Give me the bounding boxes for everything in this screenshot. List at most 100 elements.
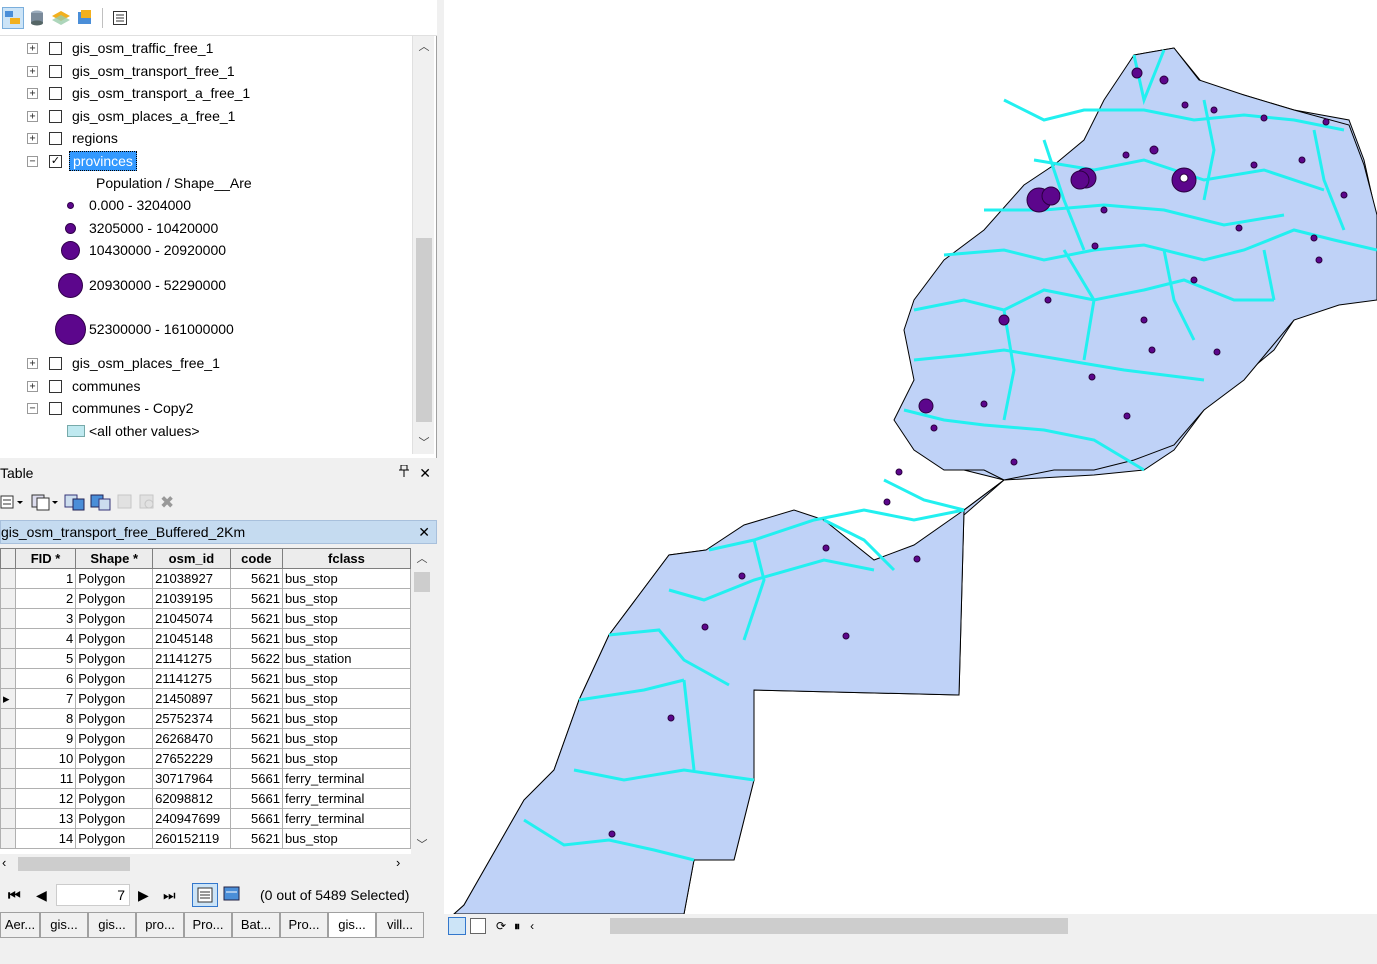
table-cell[interactable]: 26268470 — [152, 728, 231, 749]
table-options-icon[interactable] — [0, 494, 26, 513]
row-selector[interactable] — [0, 828, 16, 849]
layer-visibility-checkbox[interactable] — [49, 401, 62, 415]
table-cell[interactable]: 5661 — [229, 768, 283, 789]
scroll-up-icon[interactable]: ︿ — [411, 550, 433, 568]
delete-selected-icon[interactable]: ✖ — [160, 493, 174, 513]
table-cell[interactable]: 8 — [14, 708, 77, 729]
table-row[interactable]: 3 Polygon 21045074 5621 bus_stop — [0, 608, 411, 629]
related-tables-icon[interactable] — [30, 493, 60, 514]
map-display[interactable] — [444, 0, 1377, 914]
table-cell[interactable]: Polygon — [75, 768, 154, 789]
table-cell[interactable]: bus_stop — [281, 688, 411, 709]
expand-icon[interactable]: + — [27, 87, 38, 99]
first-record-icon[interactable]: ⏮ — [8, 887, 21, 904]
table-cell[interactable]: 5621 — [229, 628, 283, 649]
table-cell[interactable]: bus_stop — [281, 628, 411, 649]
table-tab[interactable]: gis_osm_transport_free_Buffered_2Km ✕ — [0, 520, 437, 544]
table-cell[interactable]: bus_station — [281, 648, 411, 669]
row-selector[interactable] — [0, 708, 16, 729]
table-cell[interactable]: 5661 — [229, 808, 283, 829]
expand-icon[interactable]: + — [27, 65, 38, 77]
table-row[interactable]: 4 Polygon 21045148 5621 bus_stop — [0, 628, 411, 649]
row-selector[interactable] — [0, 648, 16, 669]
expand-icon[interactable]: + — [27, 42, 38, 54]
scroll-thumb[interactable] — [414, 572, 430, 592]
layer-name[interactable]: provinces — [69, 151, 137, 171]
table-cell[interactable]: bus_stop — [281, 568, 411, 589]
list-by-visibility-icon[interactable] — [50, 7, 72, 29]
attribute-grid[interactable]: FID * Shape * osm_id code fclass 1 Polygo… — [0, 548, 411, 854]
list-by-drawing-order-icon[interactable] — [2, 6, 24, 29]
layer-visibility-checkbox[interactable] — [49, 41, 62, 55]
row-selector[interactable] — [0, 788, 16, 809]
row-selector-header[interactable] — [0, 548, 16, 569]
table-cell[interactable]: 10 — [14, 748, 77, 769]
scroll-right-icon[interactable]: › — [396, 855, 400, 870]
table-cell[interactable]: 260152119 — [152, 828, 231, 849]
toc-scrollbar[interactable]: ︿ ﹀ — [412, 36, 434, 454]
table-cell[interactable]: Polygon — [75, 628, 154, 649]
table-cell[interactable]: 25752374 — [152, 708, 231, 729]
table-cell[interactable]: 3 — [14, 608, 77, 629]
map-canvas[interactable] — [444, 0, 1377, 914]
table-row[interactable]: 13 Polygon 240947699 5661 ferry_terminal — [0, 808, 411, 829]
table-cell[interactable]: 9 — [14, 728, 77, 749]
layout-view-icon[interactable] — [448, 917, 466, 935]
table-cell[interactable]: 5621 — [229, 748, 283, 769]
layer-name[interactable]: gis_osm_traffic_free_1 — [72, 40, 213, 56]
table-cell[interactable]: 5621 — [229, 568, 283, 589]
layer-visibility-checkbox[interactable] — [49, 356, 62, 370]
show-all-records-icon[interactable] — [192, 883, 218, 907]
table-row[interactable]: 1 Polygon 21038927 5621 bus_stop — [0, 568, 411, 589]
layer-visibility-checkbox[interactable] — [49, 379, 62, 393]
table-cell[interactable]: ferry_terminal — [281, 788, 411, 809]
table-cell[interactable]: Polygon — [75, 588, 154, 609]
table-cell[interactable]: Polygon — [75, 648, 154, 669]
row-selector[interactable] — [0, 748, 16, 769]
table-cell[interactable]: bus_stop — [281, 748, 411, 769]
table-tab[interactable]: Aer... — [0, 912, 40, 938]
refresh-icon[interactable]: ⟳ — [496, 919, 506, 933]
table-cell[interactable]: 6 — [14, 668, 77, 689]
table-cell[interactable]: Polygon — [75, 748, 154, 769]
table-cell[interactable]: 21038927 — [152, 568, 231, 589]
next-record-icon[interactable]: ▶ — [138, 887, 149, 904]
table-cell[interactable]: 5621 — [229, 828, 283, 849]
table-tab[interactable]: Bat... — [232, 912, 280, 938]
pin-icon[interactable] — [399, 464, 410, 482]
table-row[interactable]: 9 Polygon 26268470 5621 bus_stop — [0, 728, 411, 749]
table-cell[interactable]: Polygon — [75, 808, 154, 829]
table-cell[interactable]: 5621 — [229, 588, 283, 609]
table-cell[interactable]: Polygon — [75, 688, 154, 709]
row-selector[interactable] — [0, 808, 16, 829]
layer-name[interactable]: regions — [72, 130, 118, 146]
previous-record-icon[interactable]: ◀ — [36, 887, 47, 904]
layer-name[interactable]: gis_osm_places_a_free_1 — [72, 108, 235, 124]
scroll-left-icon[interactable]: ‹ — [530, 919, 534, 933]
table-tab[interactable]: pro... — [136, 912, 184, 938]
current-record-field[interactable]: 7 — [56, 884, 130, 906]
layer-name[interactable]: gis_osm_transport_a_free_1 — [72, 85, 250, 101]
table-cell[interactable]: bus_stop — [281, 828, 411, 849]
table-cell[interactable]: Polygon — [75, 608, 154, 629]
table-cell[interactable]: 5622 — [229, 648, 283, 669]
row-selector[interactable] — [0, 628, 16, 649]
layer-name[interactable]: communes - Copy2 — [72, 400, 193, 416]
table-cell[interactable]: 14 — [14, 828, 77, 849]
table-cell[interactable]: 21039195 — [152, 588, 231, 609]
close-icon[interactable]: ✕ — [419, 465, 431, 482]
map-horizontal-scroll-thumb[interactable] — [610, 918, 1068, 934]
table-cell[interactable]: ferry_terminal — [281, 808, 411, 829]
table-cell[interactable]: 12 — [14, 788, 77, 809]
collapse-icon[interactable]: − — [27, 402, 38, 414]
table-cell[interactable]: ferry_terminal — [281, 768, 411, 789]
table-cell[interactable]: 4 — [14, 628, 77, 649]
table-cell[interactable]: 27652229 — [152, 748, 231, 769]
table-title-bar[interactable]: Table ✕ — [0, 460, 437, 486]
last-record-icon[interactable]: ⏭ — [163, 887, 176, 904]
switch-selection-icon[interactable] — [90, 493, 112, 514]
table-cell[interactable]: Polygon — [75, 728, 154, 749]
layer-visibility-checkbox[interactable]: ✓ — [49, 154, 62, 168]
table-cell[interactable]: 21045148 — [152, 628, 231, 649]
table-cell[interactable]: 240947699 — [152, 808, 231, 829]
